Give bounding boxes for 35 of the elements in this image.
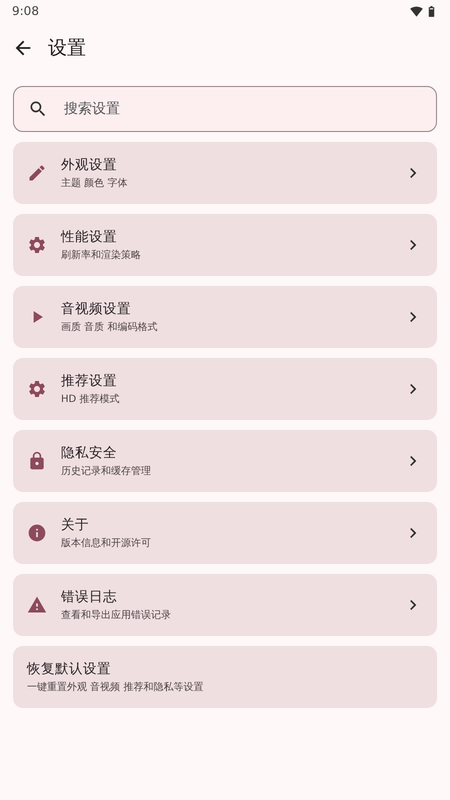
item-title: 推荐设置 <box>61 372 118 390</box>
item-subtitle: HD 推荐模式 <box>61 392 120 406</box>
item-title: 关于 <box>61 516 90 534</box>
status-time: 9:08 <box>12 4 39 18</box>
item-title: 隐私安全 <box>61 444 118 462</box>
search-input[interactable]: 搜索设置 <box>62 100 422 118</box>
item-subtitle: 一键重置外观 音视频 推荐和隐私等设置 <box>27 680 204 694</box>
item-subtitle: 主题 颜色 字体 <box>61 176 128 190</box>
settings-item[interactable]: 隐私安全 历史记录和缓存管理 <box>13 430 437 492</box>
settings-item[interactable]: 关于 版本信息和开源许可 <box>13 502 437 564</box>
item-subtitle: 版本信息和开源许可 <box>61 536 152 550</box>
item-subtitle: 查看和导出应用错误记录 <box>61 608 172 622</box>
warning-icon <box>27 595 47 615</box>
item-title: 外观设置 <box>61 156 118 174</box>
search-icon <box>28 99 48 119</box>
item-subtitle: 画质 音质 和编码格式 <box>61 320 158 334</box>
settings-item[interactable]: 推荐设置 HD 推荐模式 <box>13 358 437 420</box>
settings-item[interactable]: 外观设置 主题 颜色 字体 <box>13 142 437 204</box>
gear-icon <box>27 379 47 399</box>
info-icon <box>27 523 47 543</box>
item-title: 恢复默认设置 <box>27 660 112 678</box>
item-title: 性能设置 <box>61 228 118 246</box>
page-title: 设置 <box>48 36 86 61</box>
search-field[interactable]: 搜索设置 <box>13 86 437 132</box>
settings-item[interactable]: 错误日志 查看和导出应用错误记录 <box>13 574 437 636</box>
pencil-icon <box>27 163 47 183</box>
item-title: 错误日志 <box>61 588 118 606</box>
item-subtitle: 历史记录和缓存管理 <box>61 464 152 478</box>
wifi-icon <box>410 4 423 18</box>
item-subtitle: 刷新率和渲染策略 <box>61 248 142 262</box>
gear-icon <box>27 235 47 255</box>
item-title: 音视频设置 <box>61 300 132 318</box>
settings-item[interactable]: 音视频设置 画质 音质 和编码格式 <box>13 286 437 348</box>
settings-item[interactable]: 恢复默认设置 一键重置外观 音视频 推荐和隐私等设置 <box>13 646 437 708</box>
settings-item[interactable]: 性能设置 刷新率和渲染策略 <box>13 214 437 276</box>
